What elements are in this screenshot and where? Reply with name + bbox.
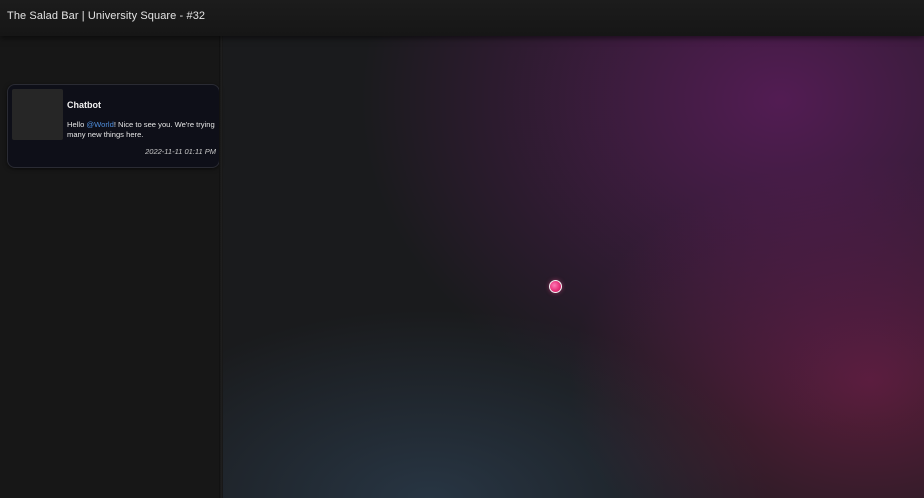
- message-text: Hello @World! Nice to see you. We're try…: [67, 120, 217, 140]
- message-card[interactable]: Chatbot Hello @World! Nice to see you. W…: [7, 84, 220, 168]
- message-sidebar: Chatbot Hello @World! Nice to see you. W…: [0, 36, 220, 498]
- sidebar-divider[interactable]: [219, 36, 223, 498]
- title-bar: The Salad Bar | University Square - #32: [0, 0, 924, 36]
- message-timestamp: 2022-11-11 01:11 PM: [145, 147, 216, 156]
- location-dot-icon[interactable]: [549, 280, 562, 293]
- message-sender: Chatbot: [67, 100, 101, 110]
- window-title: The Salad Bar | University Square - #32: [7, 10, 206, 22]
- message-text-start: Hello: [67, 120, 87, 129]
- map-canvas[interactable]: [223, 36, 924, 498]
- app-window: The Salad Bar | University Square - #32 …: [0, 0, 924, 498]
- avatar: [12, 89, 63, 140]
- mention-link[interactable]: @World: [86, 120, 113, 129]
